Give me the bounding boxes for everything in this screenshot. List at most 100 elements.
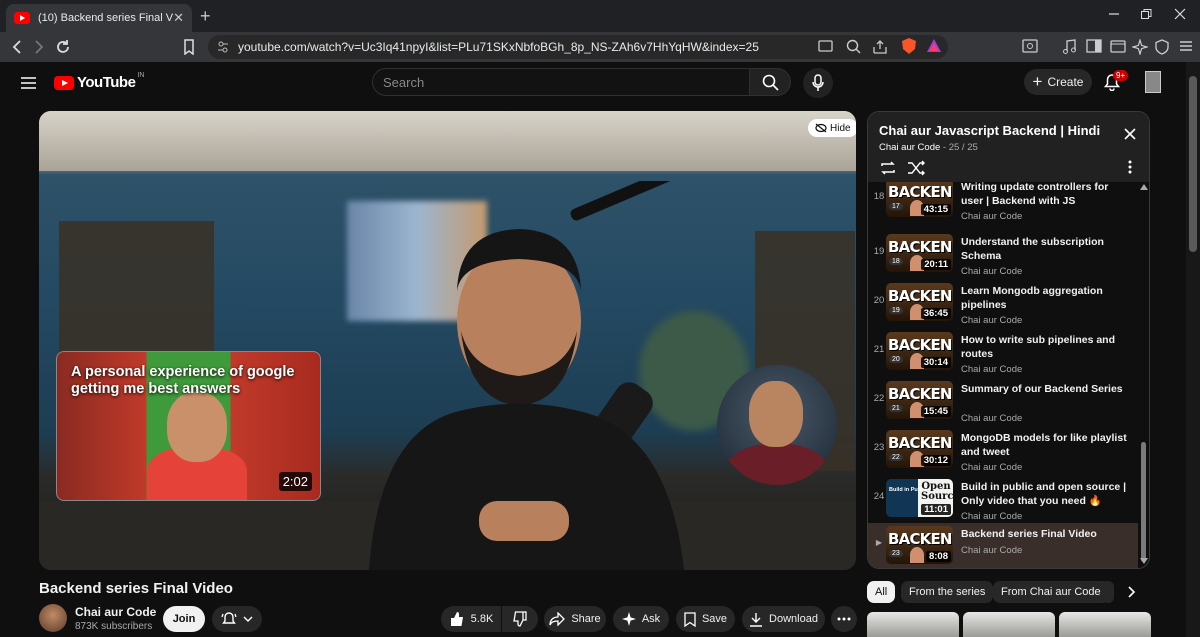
video-player[interactable]: Hide A personal experience of google get… bbox=[39, 111, 856, 570]
playlist-item-channel: Chai aur Code bbox=[961, 413, 1023, 424]
playlist-item[interactable]: 23 BACKEND 22 30:12 MongoDB models for l… bbox=[868, 427, 1138, 476]
playlist-scrollbar[interactable] bbox=[1139, 182, 1149, 568]
playlist-item-thumbnail: BACKEND 23 8:08 bbox=[886, 526, 953, 564]
playlist-title[interactable]: Chai aur Javascript Backend | Hindi bbox=[879, 123, 1100, 138]
hide-endcards-button[interactable]: Hide bbox=[808, 119, 856, 137]
browser-tab[interactable]: (10) Backend series Final Video - YouTub… bbox=[6, 4, 192, 32]
playlist-item[interactable]: 19 BACKEND 18 20:11 Understand the subsc… bbox=[868, 231, 1138, 280]
recommended-thumbnail[interactable] bbox=[867, 612, 959, 637]
sidebar-toggle-icon[interactable] bbox=[1086, 39, 1102, 53]
reload-icon[interactable] bbox=[55, 39, 71, 55]
scroll-up-icon[interactable] bbox=[1140, 184, 1148, 190]
new-tab-button[interactable]: + bbox=[200, 6, 211, 27]
guide-menu-icon[interactable] bbox=[21, 76, 37, 90]
subscribed-notifications-button[interactable] bbox=[212, 606, 262, 632]
playlist-item[interactable]: 22 BACKEND 21 15:45 Summary of our Backe… bbox=[868, 378, 1138, 427]
bookmark-icon[interactable] bbox=[183, 39, 195, 55]
playlist-close-icon[interactable] bbox=[1124, 128, 1136, 140]
like-button[interactable]: 5.8K bbox=[441, 606, 501, 632]
bell-ring-icon bbox=[221, 611, 237, 627]
youtube-logo[interactable]: YouTube IN bbox=[54, 72, 145, 91]
cast-icon[interactable] bbox=[818, 39, 834, 53]
save-button[interactable]: Save bbox=[676, 606, 735, 632]
playlist-item-channel: Chai aur Code bbox=[961, 364, 1023, 375]
playlist-item-index: 24 bbox=[873, 491, 885, 502]
logo-text: YouTube bbox=[77, 74, 136, 91]
thumbnail-word: BACKEND bbox=[888, 287, 953, 305]
minimize-icon[interactable] bbox=[1108, 8, 1120, 20]
share-button[interactable]: Share bbox=[544, 606, 606, 632]
playlist-item[interactable]: 21 BACKEND 20 30:14 How to write sub pip… bbox=[868, 329, 1138, 378]
playlist-item-title: Build in public and open source | Only v… bbox=[961, 481, 1127, 507]
playlist-item-thumbnail: BACKEND 18 20:11 bbox=[886, 234, 953, 272]
thumbnail-face bbox=[910, 547, 924, 563]
window-close-icon[interactable] bbox=[1174, 8, 1186, 20]
site-settings-icon[interactable] bbox=[217, 41, 229, 53]
tab-search-icon[interactable] bbox=[1022, 39, 1038, 53]
playlist-item[interactable]: 18 BACKEND 17 43:15 Writing update contr… bbox=[868, 182, 1138, 225]
shuffle-icon[interactable] bbox=[907, 160, 925, 176]
tab-close-icon[interactable]: ✕ bbox=[173, 10, 184, 26]
create-button[interactable]: + Create bbox=[1024, 69, 1092, 95]
forward-icon[interactable] bbox=[32, 39, 46, 55]
zoom-icon[interactable] bbox=[846, 39, 862, 55]
dislike-button[interactable] bbox=[502, 606, 538, 632]
channel-avatar[interactable] bbox=[39, 604, 67, 632]
recommended-thumbnail[interactable] bbox=[963, 612, 1055, 637]
loop-playlist-icon[interactable] bbox=[879, 160, 897, 176]
chip-from-the-series[interactable]: From the series bbox=[901, 581, 994, 603]
playlist-item[interactable]: 20 BACKEND 19 36:45 Learn Mongodb aggreg… bbox=[868, 280, 1138, 329]
ask-label: Ask bbox=[641, 613, 661, 625]
voice-search-button[interactable] bbox=[803, 68, 833, 98]
page-scrollbar-thumb[interactable] bbox=[1189, 76, 1197, 252]
endcard-title: A personal experience of google getting … bbox=[71, 364, 295, 397]
endcard-figure-head bbox=[167, 392, 227, 462]
brave-shield-icon[interactable] bbox=[900, 37, 918, 55]
wallet-icon[interactable] bbox=[1110, 39, 1126, 53]
menu-icon[interactable] bbox=[1179, 39, 1193, 53]
media-icon[interactable] bbox=[1062, 39, 1076, 55]
join-button[interactable]: Join bbox=[163, 606, 205, 632]
youtube-logo-icon bbox=[54, 75, 74, 90]
download-button[interactable]: Download bbox=[742, 606, 825, 632]
chip-all[interactable]: All bbox=[867, 581, 896, 603]
playlist-more-icon[interactable] bbox=[1128, 160, 1132, 174]
chevron-right-icon[interactable] bbox=[1128, 586, 1136, 598]
plus-icon: + bbox=[1032, 72, 1043, 91]
endcard-channel-figure-body bbox=[727, 443, 827, 485]
country-code: IN bbox=[137, 72, 145, 79]
page-scrollbar[interactable] bbox=[1186, 62, 1200, 637]
playlist-scrollbar-thumb[interactable] bbox=[1141, 442, 1146, 562]
restore-icon[interactable] bbox=[1140, 8, 1152, 20]
search-input[interactable] bbox=[373, 69, 749, 95]
recommended-thumbnail[interactable] bbox=[1059, 612, 1151, 637]
playlist-channel[interactable]: Chai aur Code bbox=[879, 142, 940, 153]
playlist-item-duration: 8:08 bbox=[925, 551, 951, 562]
playlist-item-channel: Chai aur Code bbox=[961, 545, 1023, 556]
share-page-icon[interactable] bbox=[872, 39, 888, 55]
thumbnail-episode-badge: 18 bbox=[889, 258, 903, 265]
playlist-item-duration: 15:45 bbox=[920, 406, 951, 417]
back-icon[interactable] bbox=[10, 39, 24, 55]
address-bar[interactable]: youtube.com/watch?v=Uc3Iq41npyI&list=PLu… bbox=[208, 35, 948, 59]
playlist-header: Chai aur Javascript Backend | Hindi Chai… bbox=[868, 112, 1149, 182]
playlist-item[interactable]: 24 Build in Public Open Source 11:01 Bui… bbox=[868, 476, 1138, 525]
scroll-down-icon[interactable] bbox=[1140, 558, 1148, 564]
search-button[interactable] bbox=[749, 68, 791, 96]
search-box[interactable] bbox=[372, 68, 750, 96]
vpn-icon[interactable] bbox=[1155, 39, 1169, 55]
endcard-channel-subscribe[interactable] bbox=[717, 365, 837, 485]
channel-name[interactable]: Chai aur Code bbox=[75, 605, 156, 619]
thumbs-down-icon bbox=[512, 611, 528, 627]
ask-button[interactable]: Ask bbox=[613, 606, 669, 632]
chip-from-channel[interactable]: From Chai aur Code bbox=[993, 581, 1109, 603]
account-avatar[interactable] bbox=[1145, 71, 1161, 93]
chip-more[interactable] bbox=[1102, 581, 1114, 603]
playlist-item-current[interactable]: ▶ BACKEND 23 8:08 Backend series Final V… bbox=[868, 523, 1138, 568]
endcard-video[interactable]: A personal experience of google getting … bbox=[56, 351, 321, 501]
more-actions-button[interactable] bbox=[831, 606, 857, 632]
leo-ai-icon[interactable] bbox=[1132, 39, 1148, 55]
thumbnail-word: BACKEND bbox=[888, 238, 953, 256]
brave-rewards-icon[interactable] bbox=[926, 38, 942, 54]
playlist-item-title: Summary of our Backend Series bbox=[961, 383, 1123, 395]
